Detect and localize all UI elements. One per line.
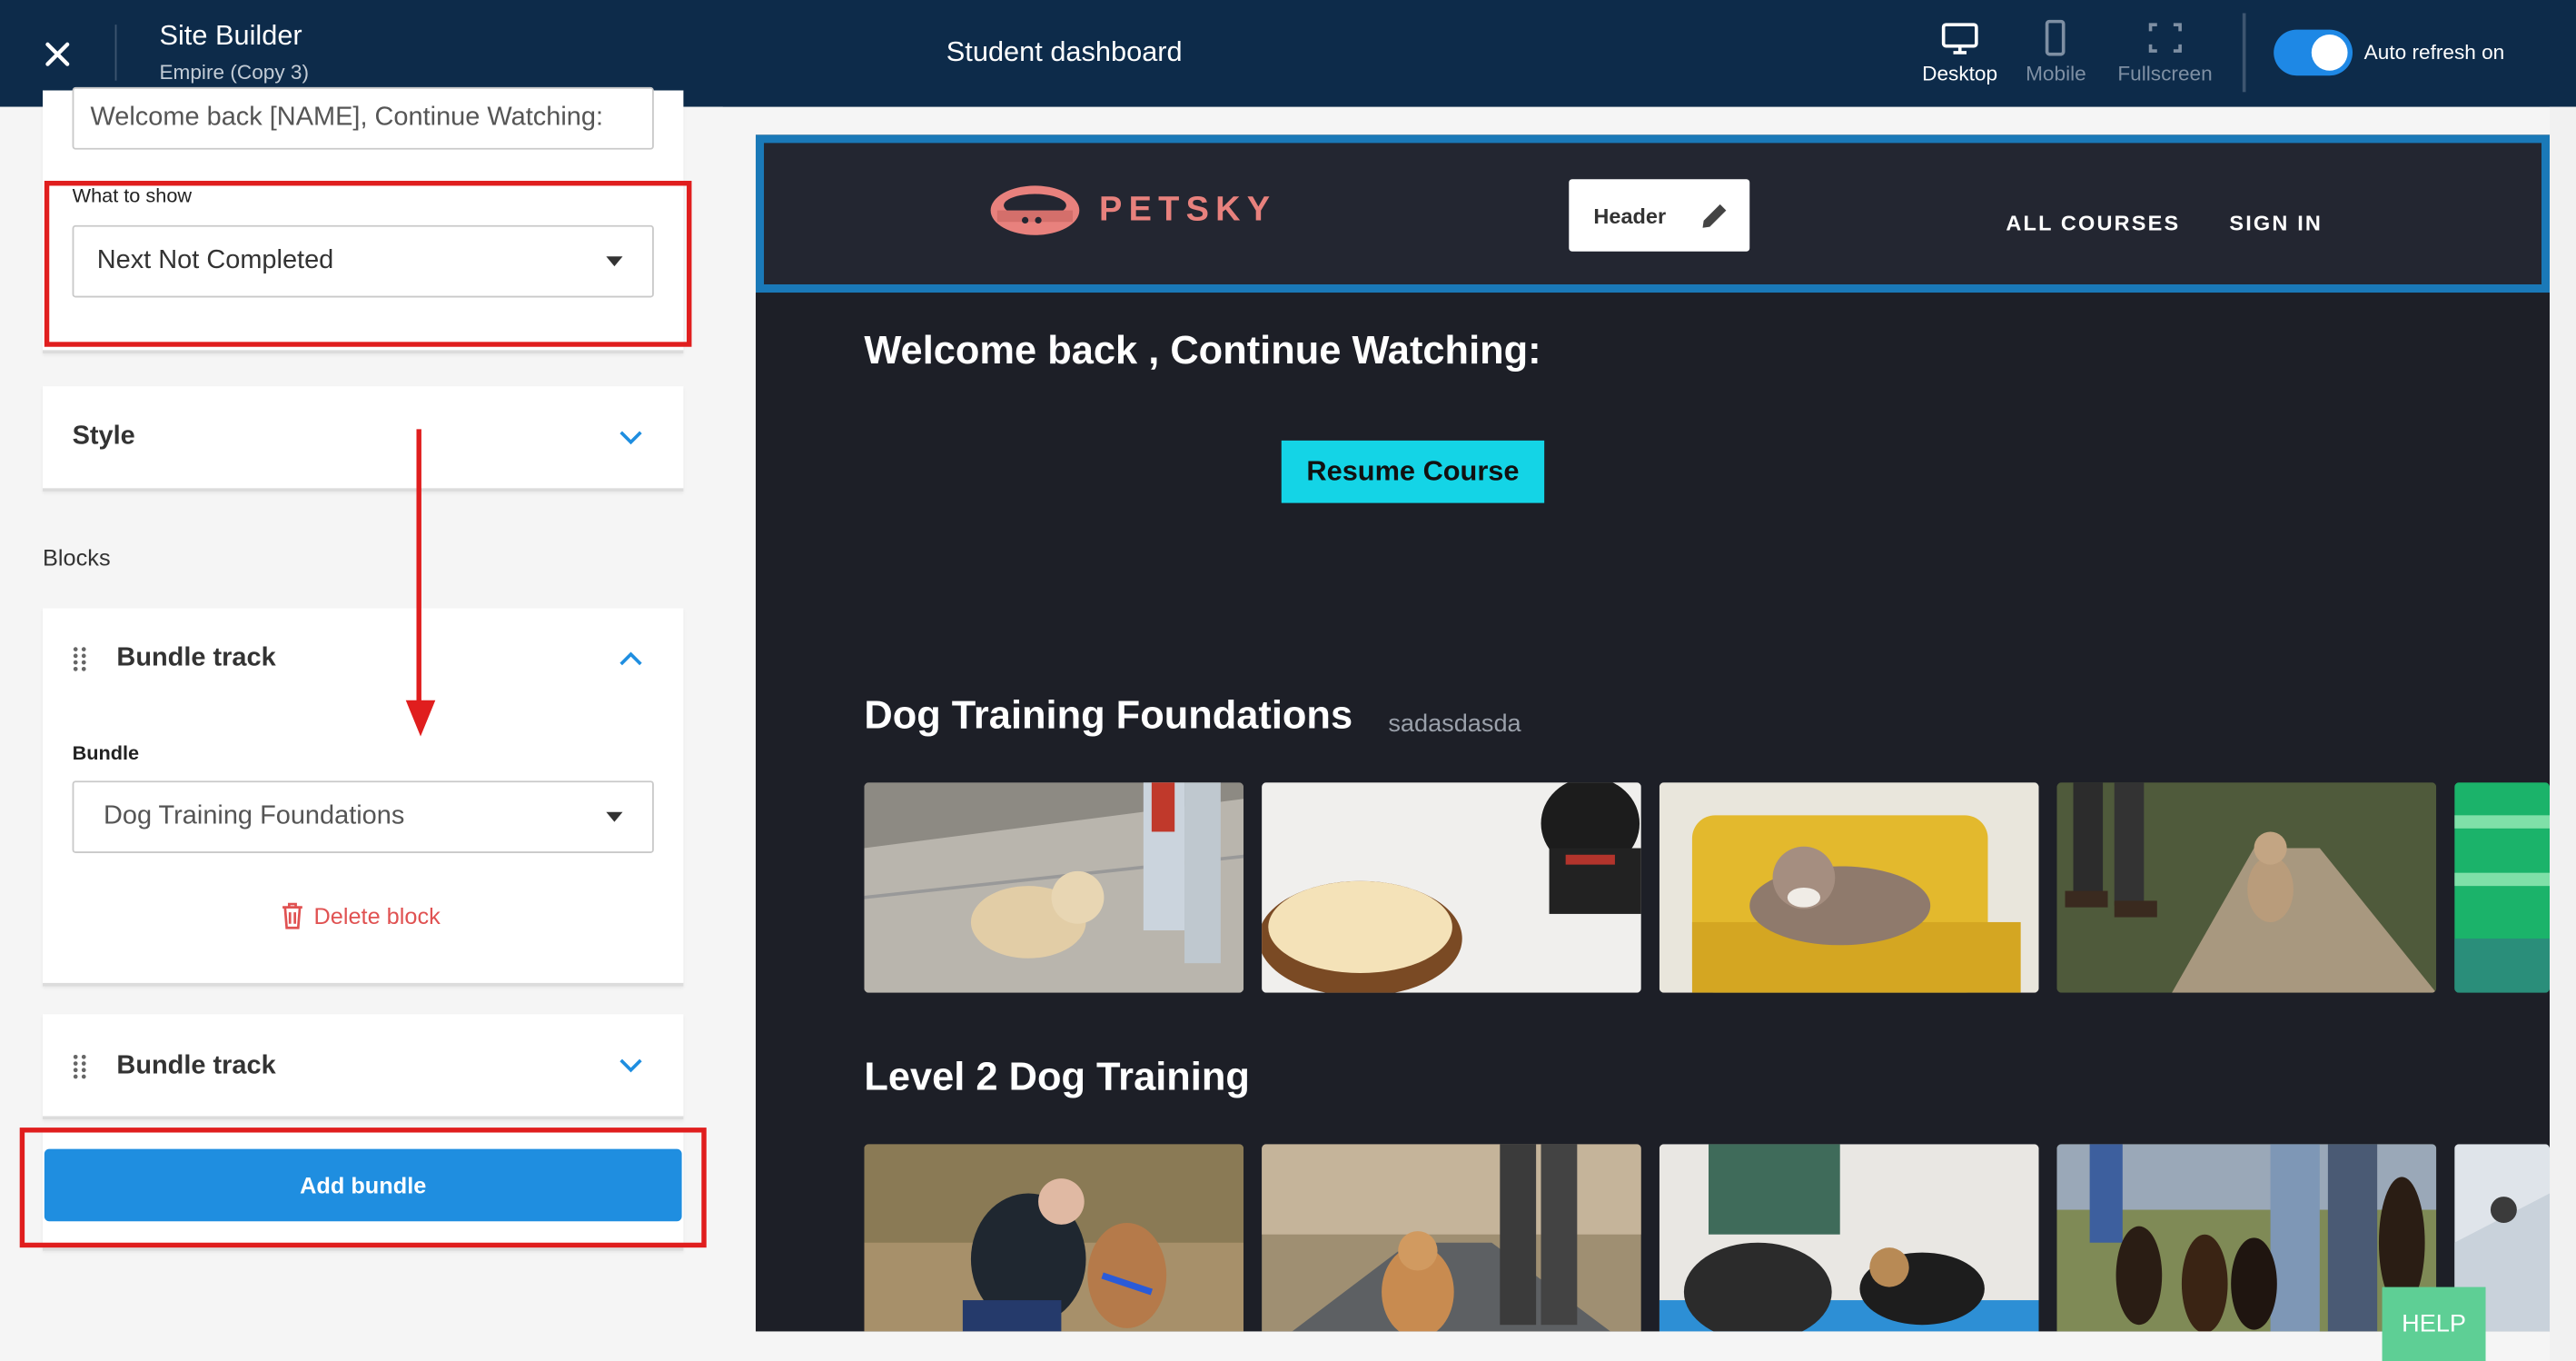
help-button[interactable]: HELP — [2382, 1286, 2486, 1361]
view-desktop-button[interactable]: Desktop — [1922, 20, 1997, 85]
page-title: Student dashboard — [946, 35, 1183, 68]
bundle-select[interactable]: Dog Training Foundations — [72, 780, 654, 853]
divider — [114, 25, 117, 81]
course-thumbnail[interactable] — [1659, 1144, 2039, 1332]
pencil-icon — [1702, 204, 1727, 228]
close-icon[interactable] — [33, 30, 82, 79]
blocks-heading: Blocks — [43, 543, 111, 571]
course-thumbnail[interactable] — [1262, 782, 1641, 993]
welcome-text-input[interactable]: Welcome back [NAME], Continue Watching: — [72, 86, 654, 150]
view-fullscreen-button[interactable]: Fullscreen — [2117, 20, 2213, 86]
block-title[interactable]: Bundle track — [116, 1052, 275, 1082]
nav-all-courses[interactable]: ALL COURSES — [2006, 211, 2180, 235]
annotation-highlight-box — [44, 181, 692, 347]
page-scrollbar[interactable] — [2550, 106, 2576, 1361]
sidebar: Welcome back [NAME], Continue Watching: … — [0, 86, 723, 1361]
style-section[interactable] — [43, 386, 684, 492]
bundle-select-value: Dog Training Foundations — [103, 801, 405, 830]
track-title: Dog Training Foundations — [864, 693, 1353, 739]
course-thumbnail[interactable] — [864, 782, 1244, 993]
edit-header-button[interactable]: Header — [1569, 179, 1750, 252]
app-subtitle: Empire (Copy 3) — [159, 60, 310, 84]
nav-sign-in[interactable]: SIGN IN — [2229, 211, 2323, 235]
bundle-label: Bundle — [72, 740, 140, 765]
divider — [2242, 13, 2246, 93]
view-mobile-label: Mobile — [2026, 62, 2086, 86]
view-fullscreen-label: Fullscreen — [2117, 62, 2213, 86]
drag-handle-icon[interactable] — [73, 1054, 89, 1080]
site-preview: PETSKY Header ALL COURSES SIGN IN Welcom… — [755, 134, 2551, 1332]
course-thumbnail[interactable] — [1659, 782, 2039, 993]
mobile-icon — [2046, 19, 2066, 56]
chevron-down-icon[interactable] — [616, 1050, 646, 1080]
chevron-up-icon[interactable] — [616, 644, 646, 674]
header-chip-label: Header — [1593, 203, 1667, 228]
delete-block-label: Delete block — [313, 902, 441, 929]
view-mobile-button[interactable]: Mobile — [2026, 19, 2086, 86]
annotation-highlight-box — [19, 1128, 707, 1248]
resume-course-button[interactable]: Resume Course — [1281, 440, 1545, 503]
site-header[interactable]: PETSKY Header ALL COURSES SIGN IN — [755, 134, 2551, 293]
course-thumbnail[interactable] — [2056, 782, 2437, 993]
logo-text: PETSKY — [1099, 190, 1277, 229]
welcome-heading: Welcome back , Continue Watching: — [864, 328, 1541, 373]
auto-refresh-toggle[interactable] — [2274, 29, 2353, 76]
drag-handle-icon[interactable] — [73, 646, 89, 672]
block-title[interactable]: Bundle track — [116, 644, 275, 674]
collar-logo-icon — [990, 185, 1080, 235]
course-thumbnail[interactable] — [864, 1144, 1244, 1332]
site-logo[interactable]: PETSKY — [987, 181, 1276, 240]
course-thumbnail[interactable] — [2454, 782, 2551, 993]
track-title: Level 2 Dog Training — [864, 1055, 1250, 1100]
fullscreen-icon — [2148, 23, 2182, 53]
style-section-title: Style — [72, 422, 135, 451]
auto-refresh-label: Auto refresh on — [2363, 41, 2505, 65]
course-thumbnail[interactable] — [1262, 1144, 1641, 1332]
view-desktop-label: Desktop — [1922, 62, 1998, 86]
app-title: Site Builder — [159, 19, 302, 52]
chevron-down-icon[interactable] — [616, 422, 646, 452]
delete-block-button[interactable]: Delete block — [279, 900, 441, 930]
desktop-icon — [1941, 23, 1978, 55]
dropdown-caret-icon — [606, 811, 623, 822]
course-thumbnail[interactable] — [2056, 1144, 2437, 1332]
annotation-arrow — [405, 429, 436, 737]
trash-icon — [282, 902, 302, 929]
track-subtitle: sadasdasda — [1388, 710, 1521, 739]
